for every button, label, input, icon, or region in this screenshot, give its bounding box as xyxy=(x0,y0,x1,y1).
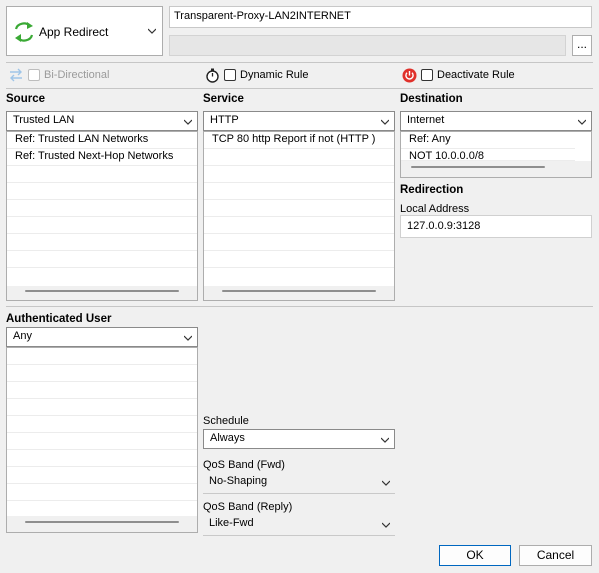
list-item xyxy=(7,450,197,467)
deactivate-rule-checkbox[interactable] xyxy=(421,69,433,81)
qos-fwd-label: QoS Band (Fwd) xyxy=(203,459,285,471)
list-item xyxy=(204,183,394,200)
bidirectional-arrows-icon xyxy=(10,68,22,82)
service-dropdown[interactable]: HTTP xyxy=(203,111,395,131)
service-selected: HTTP xyxy=(210,114,239,126)
list-item[interactable]: Ref: Trusted Next-Hop Networks xyxy=(7,149,197,166)
list-item xyxy=(7,234,197,251)
chevron-down-icon xyxy=(382,480,390,486)
horizontal-scrollbar[interactable] xyxy=(204,286,394,300)
source-dropdown[interactable]: Trusted LAN xyxy=(6,111,198,131)
deactivate-rule-option[interactable]: Deactivate Rule xyxy=(402,67,515,83)
rule-description-input[interactable] xyxy=(169,35,566,56)
service-heading: Service xyxy=(203,93,244,105)
list-item[interactable]: TCP 80 http Report if not (HTTP ) xyxy=(204,132,394,149)
schedule-dropdown[interactable]: Always xyxy=(203,429,395,449)
horizontal-scrollbar[interactable] xyxy=(7,516,197,532)
destination-selected: Internet xyxy=(407,114,445,126)
divider xyxy=(6,62,593,63)
list-item xyxy=(7,217,197,234)
schedule-selected: Always xyxy=(210,432,245,444)
service-list[interactable]: TCP 80 http Report if not (HTTP ) xyxy=(203,131,395,301)
list-item xyxy=(7,251,197,268)
chevron-down-icon xyxy=(148,28,156,34)
qos-reply-selected: Like-Fwd xyxy=(209,517,254,529)
chevron-down-icon xyxy=(184,119,192,125)
auth-user-list[interactable] xyxy=(6,347,198,533)
cancel-button[interactable]: Cancel xyxy=(519,545,592,566)
list-item[interactable]: NOT 10.0.0.0/8 xyxy=(401,149,575,161)
auth-user-heading: Authenticated User xyxy=(6,313,112,325)
action-type-dropdown[interactable]: App Redirect xyxy=(6,6,163,56)
chevron-down-icon xyxy=(382,522,390,528)
action-type-label: App Redirect xyxy=(39,25,109,39)
destination-heading: Destination xyxy=(400,93,463,105)
qos-reply-label: QoS Band (Reply) xyxy=(203,501,293,513)
ok-button[interactable]: OK xyxy=(439,545,511,566)
chevron-down-icon xyxy=(578,119,586,125)
scrollbar-thumb[interactable] xyxy=(25,521,179,523)
redirection-heading: Redirection xyxy=(400,184,464,196)
list-item xyxy=(7,399,197,416)
scrollbar-thumb[interactable] xyxy=(222,290,376,292)
bidirectional-label: Bi-Directional xyxy=(44,69,110,81)
scrollbar-thumb[interactable] xyxy=(411,166,545,168)
auth-user-dropdown[interactable]: Any xyxy=(6,327,198,347)
list-item xyxy=(7,467,197,484)
bidirectional-option: Bi-Directional xyxy=(8,67,109,83)
list-item xyxy=(204,217,394,234)
source-list[interactable]: Ref: Trusted LAN Networks Ref: Trusted N… xyxy=(6,131,198,301)
list-item xyxy=(7,433,197,450)
list-item xyxy=(7,200,197,217)
list-item xyxy=(7,348,197,365)
stopwatch-icon xyxy=(206,68,219,83)
divider xyxy=(203,535,395,536)
more-button[interactable]: ... xyxy=(572,35,592,56)
divider xyxy=(203,493,395,494)
destination-dropdown[interactable]: Internet xyxy=(400,111,592,131)
chevron-down-icon xyxy=(381,119,389,125)
source-selected: Trusted LAN xyxy=(13,114,75,126)
bidirectional-checkbox xyxy=(28,69,40,81)
power-icon xyxy=(402,68,417,82)
list-item xyxy=(7,183,197,200)
list-item xyxy=(7,166,197,183)
divider xyxy=(6,88,593,89)
list-item xyxy=(7,416,197,433)
divider xyxy=(6,306,593,307)
chevron-down-icon xyxy=(184,335,192,341)
qos-reply-dropdown[interactable]: Like-Fwd xyxy=(203,515,395,535)
schedule-label: Schedule xyxy=(203,415,249,427)
list-item[interactable]: Ref: Trusted LAN Networks xyxy=(7,132,197,149)
chevron-down-icon xyxy=(381,437,389,443)
destination-list[interactable]: Ref: Any NOT 10.0.0.0/8 xyxy=(400,131,592,178)
list-item xyxy=(204,149,394,166)
deactivate-rule-label: Deactivate Rule xyxy=(437,69,515,81)
dynamic-rule-option[interactable]: Dynamic Rule xyxy=(205,67,308,83)
auth-user-selected: Any xyxy=(13,330,32,342)
list-item[interactable]: Ref: Any xyxy=(401,132,575,149)
dynamic-rule-label: Dynamic Rule xyxy=(240,69,309,81)
list-item xyxy=(7,484,197,501)
dynamic-rule-checkbox[interactable] xyxy=(224,69,236,81)
horizontal-scrollbar[interactable] xyxy=(7,286,197,300)
qos-fwd-dropdown[interactable]: No-Shaping xyxy=(203,473,395,493)
list-item xyxy=(204,251,394,268)
qos-fwd-selected: No-Shaping xyxy=(209,475,268,487)
horizontal-scrollbar[interactable] xyxy=(401,161,591,177)
scrollbar-thumb[interactable] xyxy=(25,290,179,292)
local-address-label: Local Address xyxy=(400,203,470,215)
list-item xyxy=(7,365,197,382)
app-redirect-icon xyxy=(14,22,34,42)
list-item xyxy=(204,234,394,251)
source-heading: Source xyxy=(6,93,45,105)
local-address-input[interactable]: 127.0.0.9:3128 xyxy=(400,215,592,238)
list-item xyxy=(7,382,197,399)
list-item xyxy=(204,166,394,183)
list-item xyxy=(204,200,394,217)
rule-name-input[interactable]: Transparent-Proxy-LAN2INTERNET xyxy=(169,6,592,28)
